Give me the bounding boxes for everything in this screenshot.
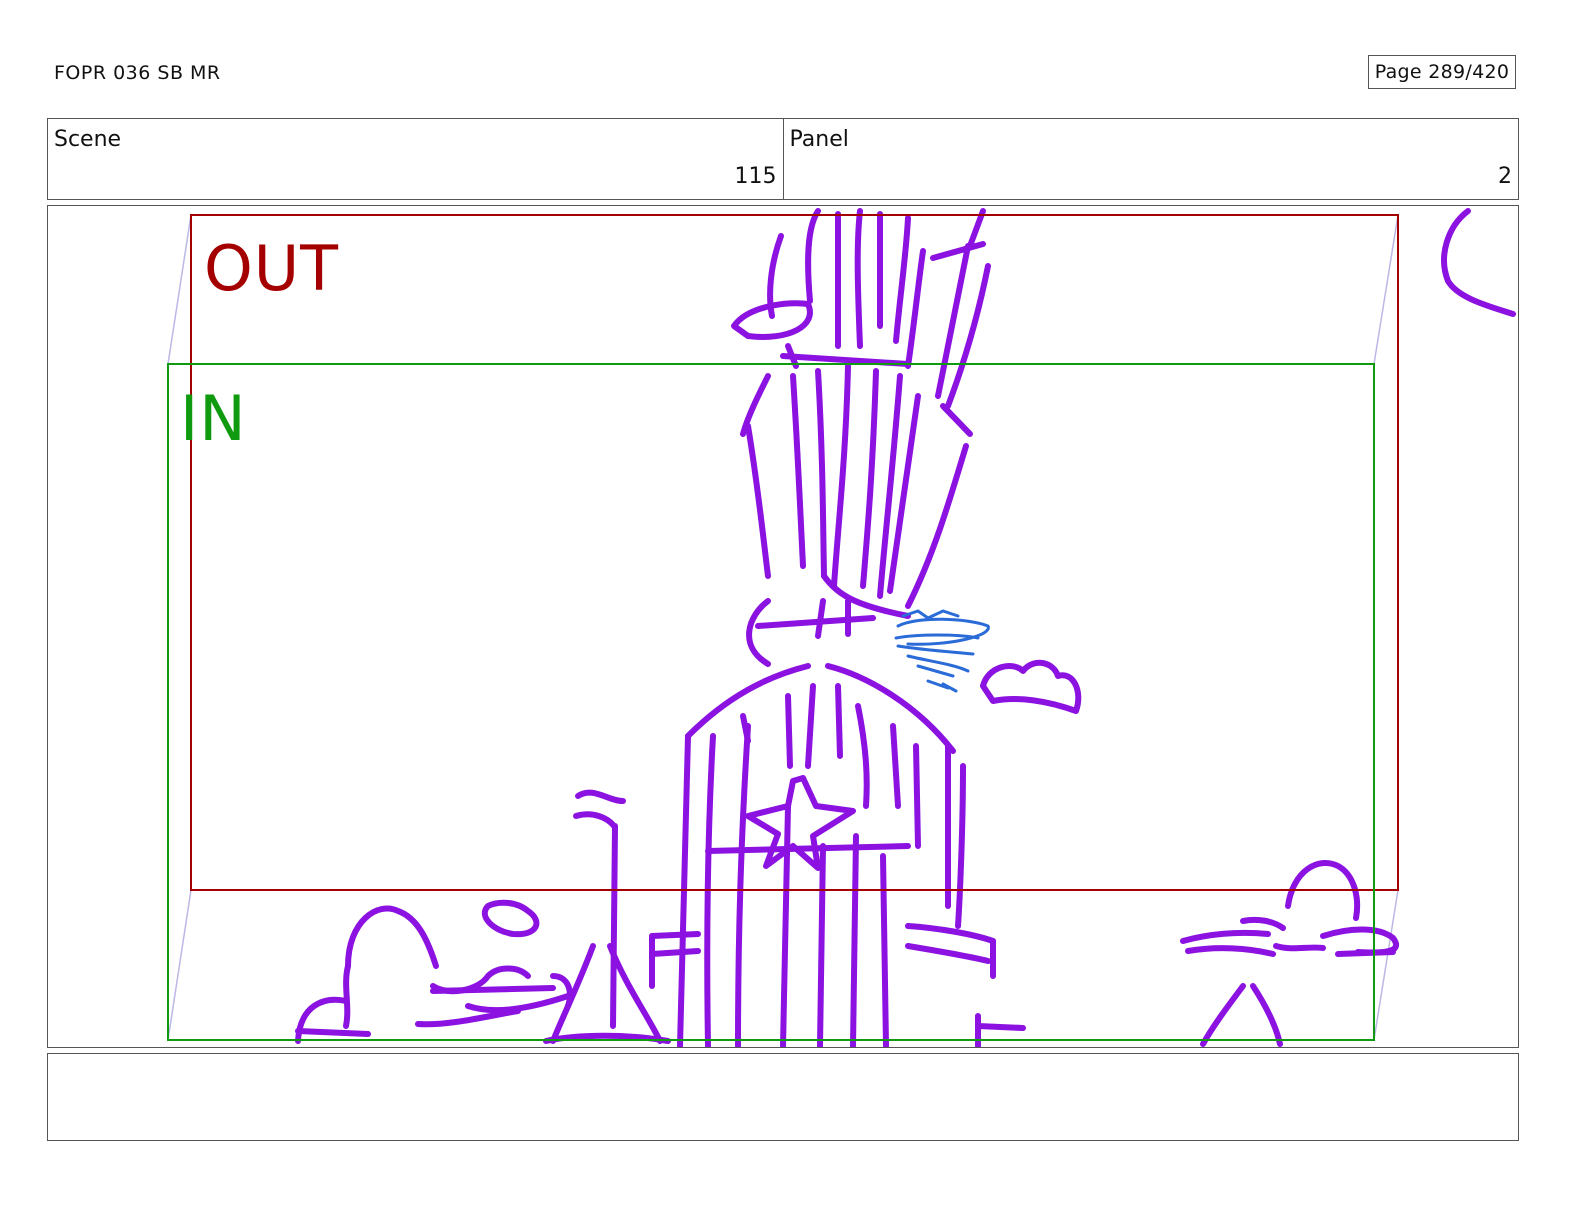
document-title: FOPR 036 SB MR	[54, 62, 221, 84]
scene-panel-info: Scene 115 Panel 2	[47, 118, 1519, 200]
sketch-lines	[295, 208, 1516, 1047]
scene-label: Scene	[54, 127, 122, 152]
blue-scribble	[894, 609, 990, 693]
storyboard-panel: OUT IN	[47, 205, 1519, 1048]
scene-cell: Scene 115	[48, 119, 783, 199]
storyboard-drawing	[167, 208, 1516, 1047]
in-frame-label: IN	[180, 382, 247, 455]
panel-number: 2	[1498, 164, 1512, 189]
page-number-badge: Page 289/420	[1368, 55, 1516, 89]
out-frame-label: OUT	[204, 232, 340, 305]
panel-cell: Panel 2	[782, 119, 1519, 199]
notes-box	[47, 1053, 1519, 1141]
scene-number: 115	[734, 164, 777, 189]
panel-label: Panel	[789, 127, 849, 152]
